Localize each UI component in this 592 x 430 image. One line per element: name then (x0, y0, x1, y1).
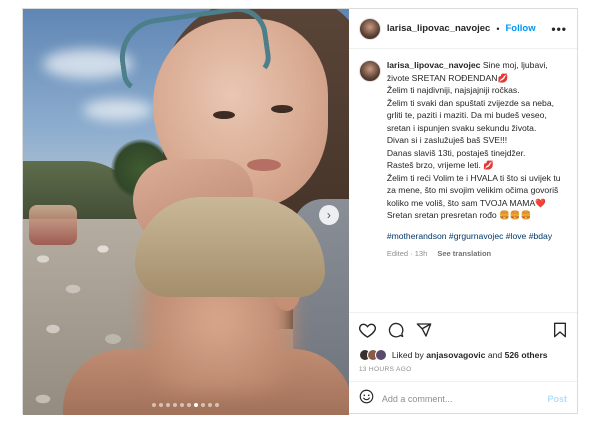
caption-line: Divan si i zaslužuješ baš SVE!!! (386, 135, 508, 145)
carousel-dot (180, 403, 185, 407)
instagram-post: › larisa_lipovac_navojec • Follow ••• la… (22, 8, 578, 415)
caption-avatar[interactable] (358, 60, 381, 82)
caption-line: Želim ti najdivniji, najsjajniji ročkas. (386, 85, 520, 95)
carousel-dot (208, 403, 213, 407)
caption-line: Želim ti reći Volim te i HVALA ti što si… (386, 172, 561, 208)
action-bar (348, 312, 577, 346)
heart-icon[interactable] (358, 322, 376, 338)
caption-meta: Edited · 13h See translation (387, 248, 567, 261)
carousel-dot (201, 403, 206, 407)
emoji-icon[interactable] (359, 389, 374, 409)
carousel-dot (166, 403, 171, 407)
post-photo[interactable]: › (23, 9, 349, 415)
carousel-dot (173, 403, 178, 407)
avatar[interactable] (358, 17, 381, 40)
carousel-dot (215, 403, 220, 407)
caption-line: Želim ti svaki dan spuštati zvijezde sa … (386, 97, 555, 133)
hashtags[interactable]: #motherandson #grgurnavojec #love #bday (387, 230, 567, 243)
header-username[interactable]: larisa_lipovac_navojec (387, 23, 491, 34)
carousel-dot (194, 403, 199, 407)
follow-button[interactable]: Follow (506, 23, 536, 34)
likes-others-link[interactable]: 526 others (505, 350, 548, 360)
likes-connector: and (487, 350, 503, 360)
liker-avatars (358, 349, 387, 361)
comment-input[interactable] (381, 393, 540, 404)
post-header: larisa_lipovac_navojec • Follow ••• (348, 9, 577, 49)
avatar[interactable] (374, 349, 387, 361)
comment-bar: Post (348, 381, 577, 415)
likes-prefix: Liked by (391, 350, 424, 360)
caption-line: Sretan sretan presretan rođo 🍔🍔🍔 (386, 210, 532, 220)
next-image-button[interactable]: › (318, 205, 339, 225)
caption-line: Rasteš brzo, vrijeme leti. 💋 (386, 160, 494, 170)
carousel-dot (187, 403, 192, 407)
separator-dot: • (496, 23, 500, 34)
carousel-dot (159, 403, 164, 407)
post-timestamp[interactable]: 13 HOURS AGO (349, 364, 577, 381)
more-options-icon[interactable]: ••• (551, 22, 567, 36)
carousel-indicator (23, 403, 349, 407)
see-translation-link[interactable]: See translation (437, 249, 491, 258)
likes-row: Liked by anjasovagovic and 526 others (349, 346, 577, 364)
edited-time: Edited · 13h (386, 249, 428, 258)
caption-block: larisa_lipovac_navojec Sine moj, ljubavi… (349, 49, 577, 312)
share-icon[interactable] (416, 322, 432, 338)
bookmark-icon[interactable] (553, 322, 567, 338)
caption-text: larisa_lipovac_navojec Sine moj, ljubavi… (387, 59, 567, 312)
carousel-dot (152, 403, 157, 407)
post-comment-button[interactable]: Post (547, 394, 567, 404)
caption-line: Danas slaviš 13ti, postaješ tinejdžer. (386, 147, 526, 158)
post-side-panel: larisa_lipovac_navojec • Follow ••• lari… (348, 9, 577, 415)
comment-icon[interactable] (388, 322, 404, 338)
caption-username[interactable]: larisa_lipovac_navojec (387, 60, 481, 70)
likes-summary: Liked by anjasovagovic and 526 others (392, 350, 548, 360)
liker-username[interactable]: anjasovagovic (426, 350, 485, 360)
